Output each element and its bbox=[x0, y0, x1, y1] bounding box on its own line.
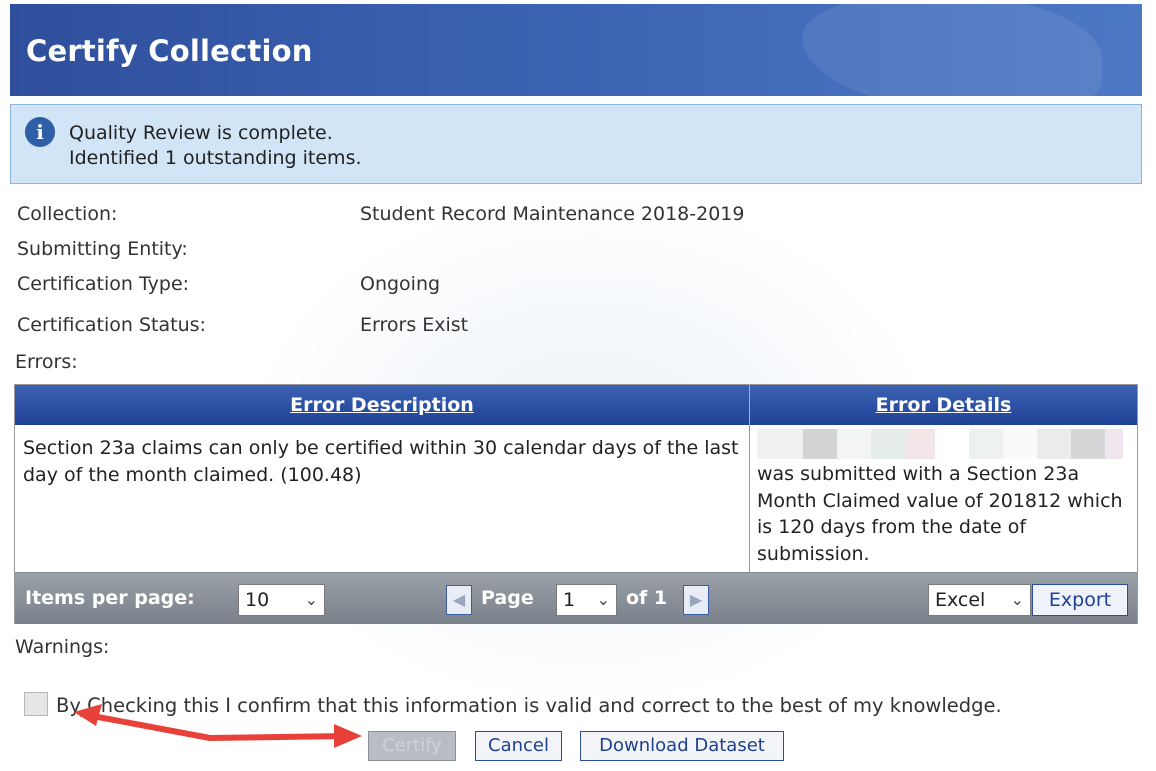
chevron-down-icon: ⌄ bbox=[1010, 590, 1024, 609]
errors-grid: Error Description Error Details Section … bbox=[14, 384, 1138, 624]
collection-value: Student Record Maintenance 2018-2019 bbox=[360, 203, 745, 225]
column-header-error-description[interactable]: Error Description bbox=[15, 385, 749, 425]
errors-label: Errors: bbox=[15, 351, 78, 373]
chevron-down-icon: ⌄ bbox=[304, 590, 318, 609]
certification-type-label: Certification Type: bbox=[17, 273, 190, 295]
cancel-button[interactable]: Cancel bbox=[475, 731, 562, 761]
page-label: Page bbox=[481, 587, 534, 609]
info-message: Quality Review is complete. Identified 1… bbox=[69, 121, 362, 171]
error-details-text: was submitted with a Section 23a Month C… bbox=[757, 463, 1123, 565]
header-watermark bbox=[802, 4, 1102, 96]
error-description-cell: Section 23a claims can only be certified… bbox=[23, 437, 739, 486]
page-count-label: of 1 bbox=[626, 587, 668, 609]
items-per-page-value: 10 bbox=[245, 589, 270, 611]
info-icon: i bbox=[25, 117, 55, 147]
certify-button[interactable]: Certify bbox=[368, 731, 456, 761]
items-per-page-select[interactable]: 10 ⌄ bbox=[238, 584, 325, 616]
column-divider bbox=[749, 425, 750, 572]
confirm-checkbox[interactable] bbox=[24, 692, 48, 716]
page-title: Certify Collection bbox=[26, 34, 313, 68]
info-line-1: Quality Review is complete. bbox=[69, 122, 333, 144]
redacted-identifier bbox=[757, 429, 1127, 459]
page-select-value: 1 bbox=[563, 589, 576, 611]
collection-label: Collection: bbox=[17, 203, 118, 225]
page-header: Certify Collection bbox=[10, 4, 1142, 96]
errors-grid-header: Error Description Error Details bbox=[15, 385, 1137, 425]
download-dataset-button[interactable]: Download Dataset bbox=[580, 731, 784, 761]
submitting-entity-label: Submitting Entity: bbox=[17, 238, 188, 260]
export-format-select[interactable]: Excel ⌄ bbox=[928, 584, 1031, 616]
export-format-value: Excel bbox=[935, 589, 986, 611]
warnings-label: Warnings: bbox=[15, 636, 110, 658]
certification-type-value: Ongoing bbox=[360, 273, 441, 295]
grid-pager: Items per page: 10 ⌄ ◀ Page 1 ⌄ of 1 ▶ E… bbox=[15, 572, 1137, 624]
certification-status-label: Certification Status: bbox=[17, 314, 206, 336]
certification-status-value: Errors Exist bbox=[360, 314, 469, 336]
error-details-cell: was submitted with a Section 23a Month C… bbox=[757, 429, 1127, 567]
items-per-page-label: Items per page: bbox=[25, 587, 195, 609]
column-header-error-details[interactable]: Error Details bbox=[750, 385, 1137, 425]
page-select[interactable]: 1 ⌄ bbox=[556, 584, 617, 616]
chevron-down-icon: ⌄ bbox=[596, 590, 610, 609]
annotation-arrow bbox=[74, 704, 362, 748]
info-message-box: i Quality Review is complete. Identified… bbox=[10, 104, 1142, 184]
export-button[interactable]: Export bbox=[1032, 584, 1128, 616]
next-page-button[interactable]: ▶ bbox=[683, 585, 709, 615]
previous-page-button[interactable]: ◀ bbox=[446, 585, 472, 615]
info-line-2: Identified 1 outstanding items. bbox=[69, 147, 362, 169]
